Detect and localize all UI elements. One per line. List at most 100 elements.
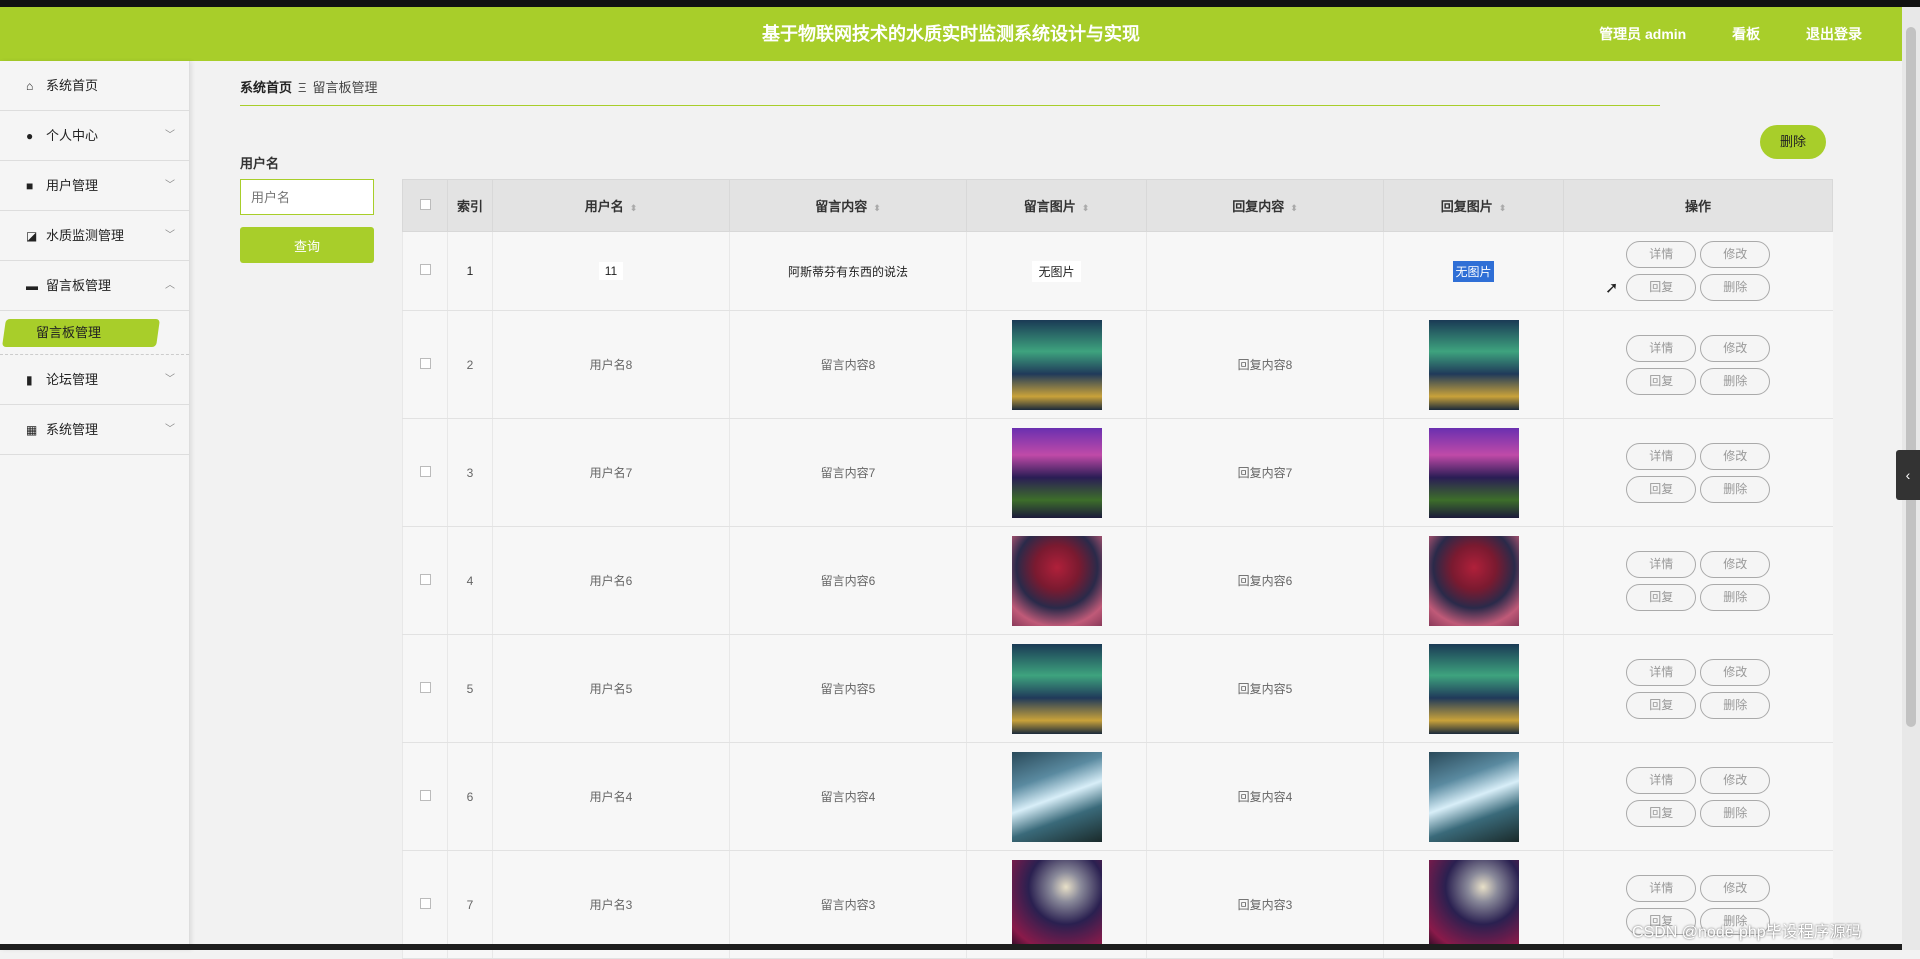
cell-username: 用户名4 (492, 742, 730, 851)
row-select[interactable] (402, 418, 448, 527)
sidebar-item-home[interactable]: ⌂ 系统首页 (0, 61, 189, 111)
row-actions: 详情 修改回复 删除 (1618, 238, 1778, 304)
row-checkbox[interactable] (419, 789, 431, 801)
cell-content: 留言内容3 (729, 850, 967, 959)
edit-button[interactable]: 修改 (1700, 658, 1771, 686)
collapse-panel-handle[interactable]: ‹ (1896, 450, 1920, 500)
row-select[interactable] (402, 526, 448, 635)
edit-button[interactable]: 修改 (1700, 334, 1771, 362)
row-checkbox[interactable] (419, 897, 431, 909)
sidebar-item-personal[interactable]: ● 个人中心 ﹀ (0, 111, 189, 161)
breadcrumb-home[interactable]: 系统首页 (240, 80, 292, 95)
sidebar-item-forum[interactable]: ▮ 论坛管理 ﹀ (0, 355, 189, 405)
delete-button[interactable]: 删除 (1700, 274, 1771, 301)
search-button[interactable]: 查询 (240, 227, 374, 263)
detail-button[interactable]: 详情 (1626, 658, 1697, 686)
edit-button[interactable]: 修改 (1700, 550, 1771, 578)
row-select[interactable] (402, 742, 448, 851)
sidebar-item-label: 个人中心 (46, 128, 99, 143)
admin-user-link[interactable]: 管理员 admin (1599, 26, 1686, 42)
reply-button[interactable]: 回复 (1626, 583, 1697, 611)
sidebar-item-system[interactable]: ▦ 系统管理 ﹀ (0, 405, 189, 455)
scrollbar-thumb[interactable] (1906, 27, 1916, 727)
row-checkbox[interactable] (419, 573, 431, 585)
message-photo[interactable] (1011, 859, 1102, 950)
row-select[interactable] (402, 310, 448, 419)
row-select[interactable] (402, 634, 448, 743)
detail-button[interactable]: 详情 (1626, 766, 1697, 794)
sort-icon[interactable]: ⬍ (1290, 203, 1298, 213)
row-select[interactable] (402, 850, 448, 959)
select-all-header[interactable] (402, 179, 448, 232)
logout-link[interactable]: 退出登录 (1806, 26, 1862, 42)
sort-icon[interactable]: ⬍ (873, 203, 881, 213)
edit-button[interactable]: 修改 (1700, 874, 1771, 902)
reply-photo[interactable] (1428, 535, 1519, 626)
detail-button[interactable]: 详情 (1626, 874, 1697, 902)
sidebar-item-message-board[interactable]: ▬ 留言板管理 ︿ (0, 261, 189, 311)
row-select[interactable] (402, 231, 448, 311)
sidebar-item-label: 系统首页 (46, 78, 99, 93)
message-photo[interactable] (1011, 751, 1102, 842)
cell-content: 留言内容8 (729, 310, 967, 419)
delete-button[interactable]: 删除 (1700, 799, 1771, 827)
reply-photo[interactable] (1428, 319, 1519, 410)
main-content: 系统首页 Ξ 留言板管理 用户名 查询 删除 索引 用户名 ⬍ 留言内容 ⬍ 留言图片 ⬍… (190, 61, 1902, 959)
bar-chart-icon: ▮ (26, 373, 33, 387)
detail-button[interactable]: 详情 (1626, 334, 1697, 362)
chevron-left-icon: ‹ (1905, 467, 1911, 483)
row-checkbox[interactable] (419, 681, 431, 693)
col-reply-image-label: 回复图片 (1440, 199, 1493, 214)
col-username[interactable]: 用户名 ⬍ (492, 179, 730, 232)
sort-icon[interactable]: ⬍ (630, 203, 638, 213)
col-reply[interactable]: 回复内容 ⬍ (1146, 179, 1384, 232)
cell-reply-image (1383, 742, 1564, 851)
username-search-input[interactable] (240, 179, 374, 215)
cell-username: 11 (492, 231, 730, 311)
cell-index: 1 (447, 231, 493, 311)
sidebar-item-users[interactable]: ■ 用户管理 ﹀ (0, 161, 189, 211)
col-reply-image[interactable]: 回复图片 ⬍ (1383, 179, 1564, 232)
sidebar-item-water-monitor[interactable]: ◪ 水质监测管理 ﹀ (0, 211, 189, 261)
reply-button[interactable]: 回复 (1626, 691, 1697, 719)
select-all-checkbox[interactable] (419, 199, 431, 210)
sort-icon[interactable]: ⬍ (1082, 203, 1090, 213)
cell-content: 留言内容5 (729, 634, 967, 743)
delete-button[interactable]: 删除 (1700, 583, 1771, 611)
reply-photo[interactable] (1428, 427, 1519, 518)
edit-button[interactable]: 修改 (1700, 241, 1771, 268)
detail-button[interactable]: 详情 (1626, 241, 1697, 268)
edit-button[interactable]: 修改 (1700, 442, 1771, 470)
detail-button[interactable]: 详情 (1626, 442, 1697, 470)
edit-button[interactable]: 修改 (1700, 766, 1771, 794)
row-actions: 详情 修改回复 删除 (1618, 764, 1778, 830)
message-photo[interactable] (1011, 319, 1102, 410)
cell-ops: 详情 修改回复 删除 (1563, 418, 1833, 527)
submenu-message-board[interactable]: 留言板管理 (0, 311, 189, 355)
cell-username: 用户名7 (492, 418, 730, 527)
delete-button[interactable]: 删除 (1700, 367, 1771, 395)
reply-button[interactable]: 回复 (1626, 367, 1697, 395)
reply-photo[interactable] (1428, 643, 1519, 734)
sort-icon[interactable]: ⬍ (1499, 203, 1507, 213)
message-photo[interactable] (1011, 643, 1102, 734)
reply-photo[interactable] (1428, 751, 1519, 842)
reply-button[interactable]: 回复 (1626, 274, 1697, 301)
col-image[interactable]: 留言图片 ⬍ (966, 179, 1147, 232)
row-checkbox[interactable] (419, 465, 431, 477)
row-checkbox[interactable] (419, 264, 431, 275)
board-link[interactable]: 看板 (1732, 26, 1760, 42)
delete-button[interactable]: 删除 (1700, 475, 1771, 503)
delete-button[interactable]: 删除 (1700, 691, 1771, 719)
col-content[interactable]: 留言内容 ⬍ (729, 179, 967, 232)
message-photo[interactable] (1011, 535, 1102, 626)
reply-photo[interactable] (1428, 859, 1519, 950)
reply-button[interactable]: 回复 (1626, 475, 1697, 503)
col-reply-label: 回复内容 (1232, 199, 1285, 214)
message-photo[interactable] (1011, 427, 1102, 518)
row-checkbox[interactable] (419, 357, 431, 369)
cell-reply: 回复内容4 (1146, 742, 1384, 851)
detail-button[interactable]: 详情 (1626, 550, 1697, 578)
reply-button[interactable]: 回复 (1626, 799, 1697, 827)
bulk-delete-button[interactable]: 删除 (1760, 125, 1826, 159)
